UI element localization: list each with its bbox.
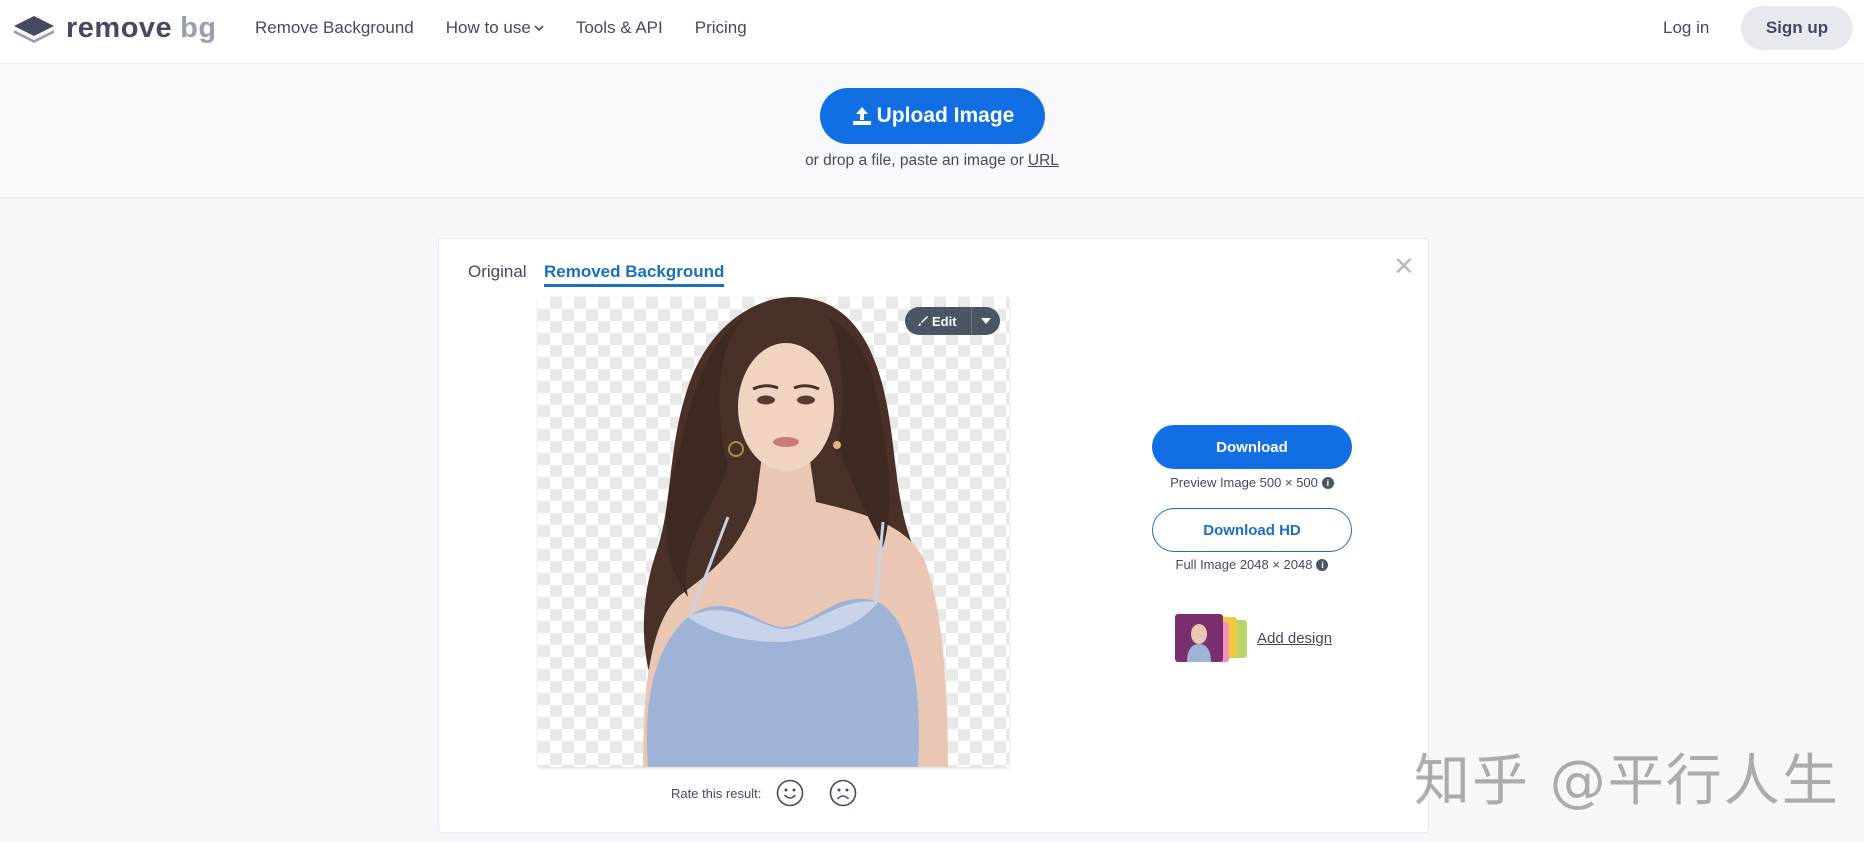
cutout-portrait-image [643, 297, 948, 767]
upload-icon [852, 107, 871, 125]
close-icon[interactable]: ✕ [1393, 253, 1415, 279]
full-size-hint: Full Image 2048 × 2048 i [1152, 557, 1352, 572]
edit-options-caret-icon[interactable] [971, 307, 1000, 335]
tab-removed-background[interactable]: Removed Background [544, 262, 725, 287]
main-nav: Remove Background How to use Tools & API… [255, 18, 779, 38]
info-icon[interactable]: i [1316, 558, 1329, 571]
nav-tools-api[interactable]: Tools & API [576, 18, 663, 38]
tab-original[interactable]: Original [468, 262, 527, 282]
happy-face-icon[interactable] [776, 779, 804, 807]
rate-label: Rate this result: [671, 785, 762, 801]
drop-hint: or drop a file, paste an image or URL [0, 152, 1864, 170]
download-button[interactable]: Download [1152, 425, 1352, 469]
nav-remove-background[interactable]: Remove Background [255, 18, 414, 38]
sad-face-icon[interactable] [829, 779, 857, 807]
nav-how-to-use-label: How to use [445, 18, 531, 37]
preview-size-hint: Preview Image 500 × 500 i [1152, 475, 1352, 490]
url-link[interactable]: URL [1028, 152, 1059, 169]
login-link[interactable]: Log in [1663, 18, 1709, 38]
logo-text-remove: remove [66, 11, 173, 44]
rate-result: Rate this result: [671, 779, 882, 807]
full-size-text: Full Image 2048 × 2048 [1175, 557, 1313, 572]
removebg-logo[interactable]: remove bg [12, 12, 217, 44]
upload-image-label: Upload Image [876, 104, 1015, 127]
upload-image-button[interactable]: Upload Image [820, 88, 1045, 144]
chevron-down-icon [534, 25, 544, 32]
edit-label: Edit [932, 313, 957, 329]
add-design[interactable]: Add design [1175, 614, 1332, 662]
nav-how-to-use[interactable]: How to use [446, 18, 544, 38]
download-hd-button[interactable]: Download HD [1152, 508, 1352, 552]
info-icon[interactable]: i [1321, 476, 1334, 489]
upload-section: Upload Image or drop a file, paste an im… [0, 64, 1864, 198]
preview-size-text: Preview Image 500 × 500 [1170, 475, 1318, 490]
logo-text-bg: bg [180, 11, 217, 44]
design-thumbnails-image [1175, 614, 1247, 662]
result-preview-image: Edit [538, 297, 1009, 767]
watermark-text: 知乎 @平行人生 [1414, 749, 1840, 814]
drop-hint-text: or drop a file, paste an image or [805, 152, 1024, 169]
edit-button[interactable]: Edit [905, 307, 1000, 335]
brush-icon [918, 316, 928, 326]
layers-logo-icon [14, 16, 54, 43]
signup-button[interactable]: Sign up [1741, 6, 1853, 50]
add-design-link: Add design [1257, 629, 1333, 647]
nav-pricing[interactable]: Pricing [695, 18, 747, 38]
top-navigation-bar: remove bg Remove Background How to use To… [0, 0, 1864, 64]
result-card: Original Removed Background ✕ Edit Rate … [438, 238, 1429, 833]
